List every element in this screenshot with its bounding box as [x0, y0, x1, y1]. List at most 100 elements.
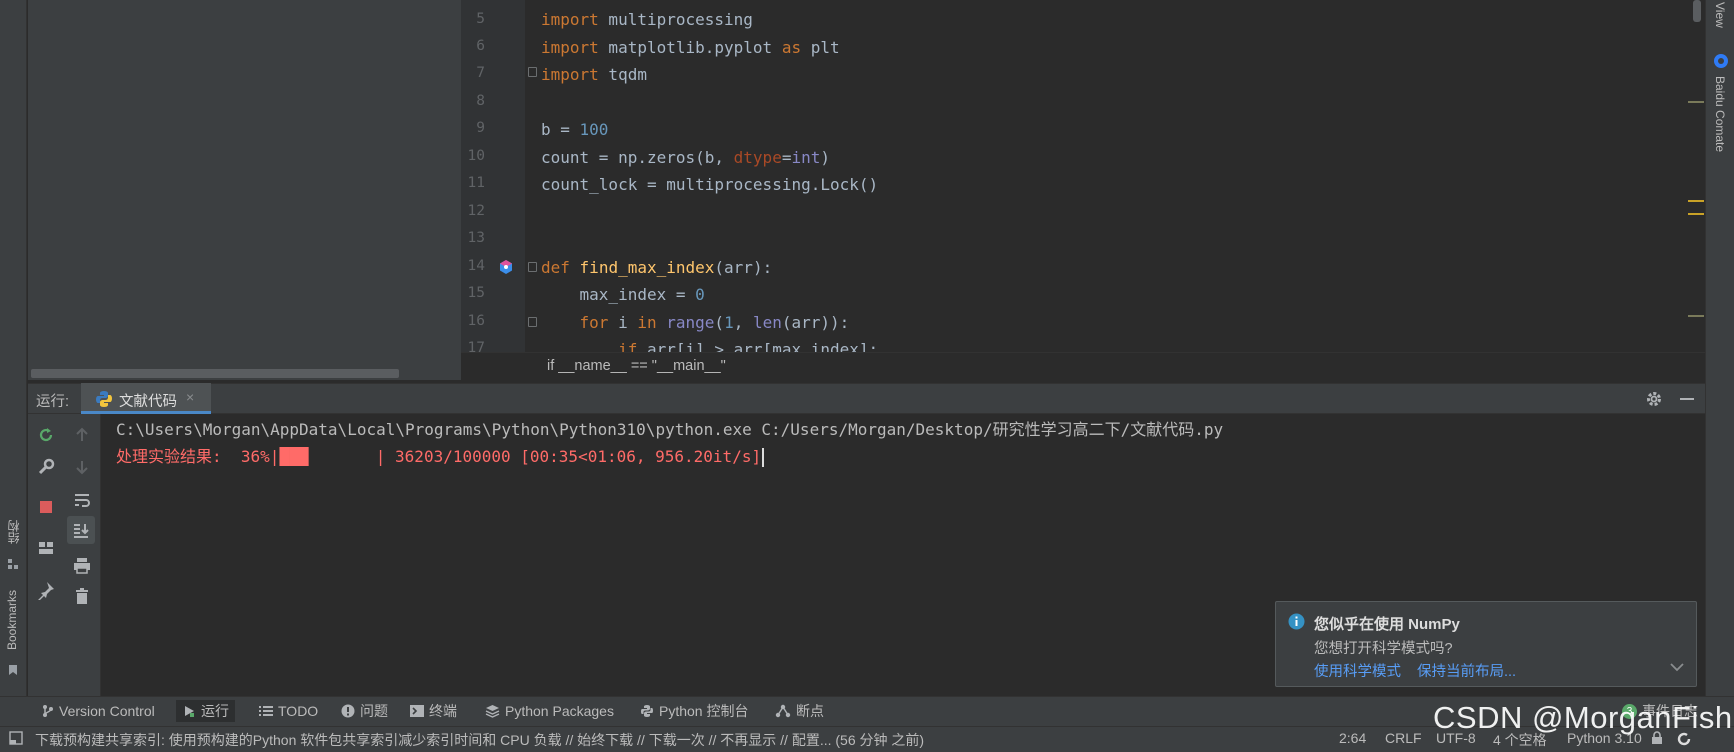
baidu-comate-tool-tab[interactable]: Baidu Comate [1713, 76, 1727, 152]
list-icon [259, 706, 273, 716]
keep-current-layout-link[interactable]: 保持当前布局... [1417, 660, 1516, 681]
console-command-line: C:\Users\Morgan\AppData\Local\Programs\P… [116, 420, 1224, 439]
line-number: 14 [467, 258, 485, 274]
run-panel-header [28, 383, 1705, 414]
error-stripe-marker[interactable] [1688, 101, 1704, 103]
view-tool-tab[interactable]: View [1713, 2, 1727, 28]
run-panel-title: 运行: [36, 394, 70, 410]
terminal-label: 终端 [429, 703, 457, 719]
python-icon [96, 391, 112, 407]
line-number: 13 [467, 230, 485, 246]
numpy-notification[interactable]: 您似乎在使用 NumPy 您想打开科学模式吗? 使用科学模式 保持当前布局... [1275, 601, 1697, 687]
layout-icon[interactable] [36, 538, 56, 558]
play-icon [185, 706, 194, 717]
layers-icon [485, 705, 500, 718]
line-number: 6 [476, 38, 485, 54]
version-control-tool-button[interactable]: Version Control [36, 700, 161, 722]
console-progress-line: 处理实验结果: 36%|███ | 36203/100000 [00:35<01… [116, 447, 765, 467]
line-number: 11 [467, 175, 485, 191]
status-message[interactable]: 下载预构建共享索引: 使用预构建的Python 软件包共享索引减少索引时间和 C… [35, 730, 924, 750]
chevron-down-icon[interactable] [1670, 662, 1684, 672]
line-number: 7 [476, 65, 485, 81]
implementation-gutter-icon[interactable] [498, 259, 514, 275]
structure-tab-label: 结构 [7, 520, 21, 544]
rerun-icon[interactable] [36, 425, 56, 445]
fold-marker[interactable] [528, 67, 537, 77]
arrow-down-icon[interactable] [72, 457, 92, 477]
fold-marker[interactable] [528, 262, 537, 272]
baidu-comate-icon [1714, 54, 1728, 68]
arrow-up-icon[interactable] [72, 425, 92, 445]
code-line: import tqdm [541, 65, 647, 84]
csdn-watermark: CSDN @MorganFish [1433, 700, 1733, 735]
bookmark-icon [9, 665, 17, 675]
pin-icon[interactable] [36, 580, 56, 600]
left-tool-strip: 结构 Bookmarks [0, 0, 27, 696]
editor-breadcrumb[interactable]: if __name__ == "__main__" [461, 352, 1705, 380]
warning-stripe-marker[interactable] [1688, 200, 1704, 202]
editor-vertical-scrollbar[interactable] [1693, 0, 1701, 22]
caret-position[interactable]: 2:64 [1339, 730, 1366, 746]
python-packages-tool-button[interactable]: Python Packages [479, 700, 620, 722]
python-console-tool-button[interactable]: Python 控制台 [634, 700, 754, 722]
code-line: max_index = 0 [541, 285, 705, 304]
code-line: count_lock = multiprocessing.Lock() [541, 175, 879, 194]
stop-icon[interactable] [36, 497, 56, 517]
run-tool-label: 运行 [201, 703, 229, 719]
code-line: for i in range(1, len(arr)): [579, 313, 850, 332]
structure-icon [8, 559, 18, 569]
line-number: 16 [467, 313, 485, 329]
problems-tool-button[interactable]: 问题 [335, 700, 394, 722]
python-console-icon [641, 705, 653, 717]
close-icon[interactable]: × [186, 389, 194, 405]
line-separator[interactable]: CRLF [1385, 730, 1422, 746]
fold-marker[interactable] [528, 317, 537, 327]
progress-bar: ███ [279, 447, 309, 466]
run-tool-button[interactable]: 运行 [176, 700, 235, 722]
code-line: b = 100 [541, 120, 609, 139]
line-number: 10 [467, 148, 485, 164]
use-scientific-mode-link[interactable]: 使用科学模式 [1314, 660, 1401, 681]
breakpoints-label: 断点 [796, 703, 824, 719]
version-control-label: Version Control [59, 703, 155, 719]
soft-wrap-icon[interactable] [72, 490, 92, 510]
line-number: 12 [467, 203, 485, 219]
code-line: if arr[i] > arr[max_index]: [618, 340, 879, 352]
code-line: import multiprocessing [541, 10, 753, 29]
notification-body: 您想打开科学模式吗? [1314, 641, 1453, 657]
line-number: 8 [476, 93, 485, 109]
todo-tool-button[interactable]: TODO [253, 700, 324, 722]
line-number: 9 [476, 120, 485, 136]
right-tool-strip: View Baidu Comate [1705, 0, 1734, 696]
project-horizontal-scrollbar[interactable] [31, 369, 399, 378]
breadcrumb-item[interactable]: if __name__ == "__main__" [547, 358, 726, 374]
breakpoints-tool-button[interactable]: 断点 [769, 700, 830, 722]
terminal-icon [410, 705, 424, 717]
python-packages-label: Python Packages [505, 703, 614, 719]
run-tab-label[interactable]: 文献代码 [119, 390, 177, 411]
trash-icon[interactable] [72, 586, 92, 606]
minimize-icon[interactable] [1678, 390, 1696, 408]
services-icon [775, 704, 791, 718]
wrench-icon[interactable] [36, 457, 56, 477]
problems-label: 问题 [360, 703, 388, 719]
print-icon[interactable] [72, 555, 92, 575]
toggle-tool-windows-icon[interactable] [9, 731, 23, 745]
line-number: 5 [476, 11, 485, 27]
progress-prefix: 处理实验结果: 36%| [116, 447, 280, 466]
python-console-label: Python 控制台 [659, 703, 749, 719]
todo-label: TODO [278, 703, 319, 719]
gear-icon[interactable] [1645, 390, 1663, 408]
warning-stripe-marker[interactable] [1688, 213, 1704, 215]
error-stripe-marker[interactable] [1688, 315, 1704, 317]
problems-icon [341, 704, 355, 718]
structure-tool-tab[interactable]: 结构 [3, 520, 23, 570]
code-line: count = np.zeros(b, dtype=int) [541, 148, 831, 167]
progress-suffix: | 36203/100000 [00:35<01:06, 956.20it/s] [308, 447, 762, 466]
info-icon [1288, 613, 1305, 630]
terminal-tool-button[interactable]: 终端 [404, 700, 463, 722]
project-pane [28, 0, 461, 380]
bookmarks-tool-tab[interactable]: Bookmarks [3, 590, 23, 685]
branch-icon [43, 705, 53, 717]
code-line: import matplotlib.pyplot as plt [541, 38, 840, 57]
